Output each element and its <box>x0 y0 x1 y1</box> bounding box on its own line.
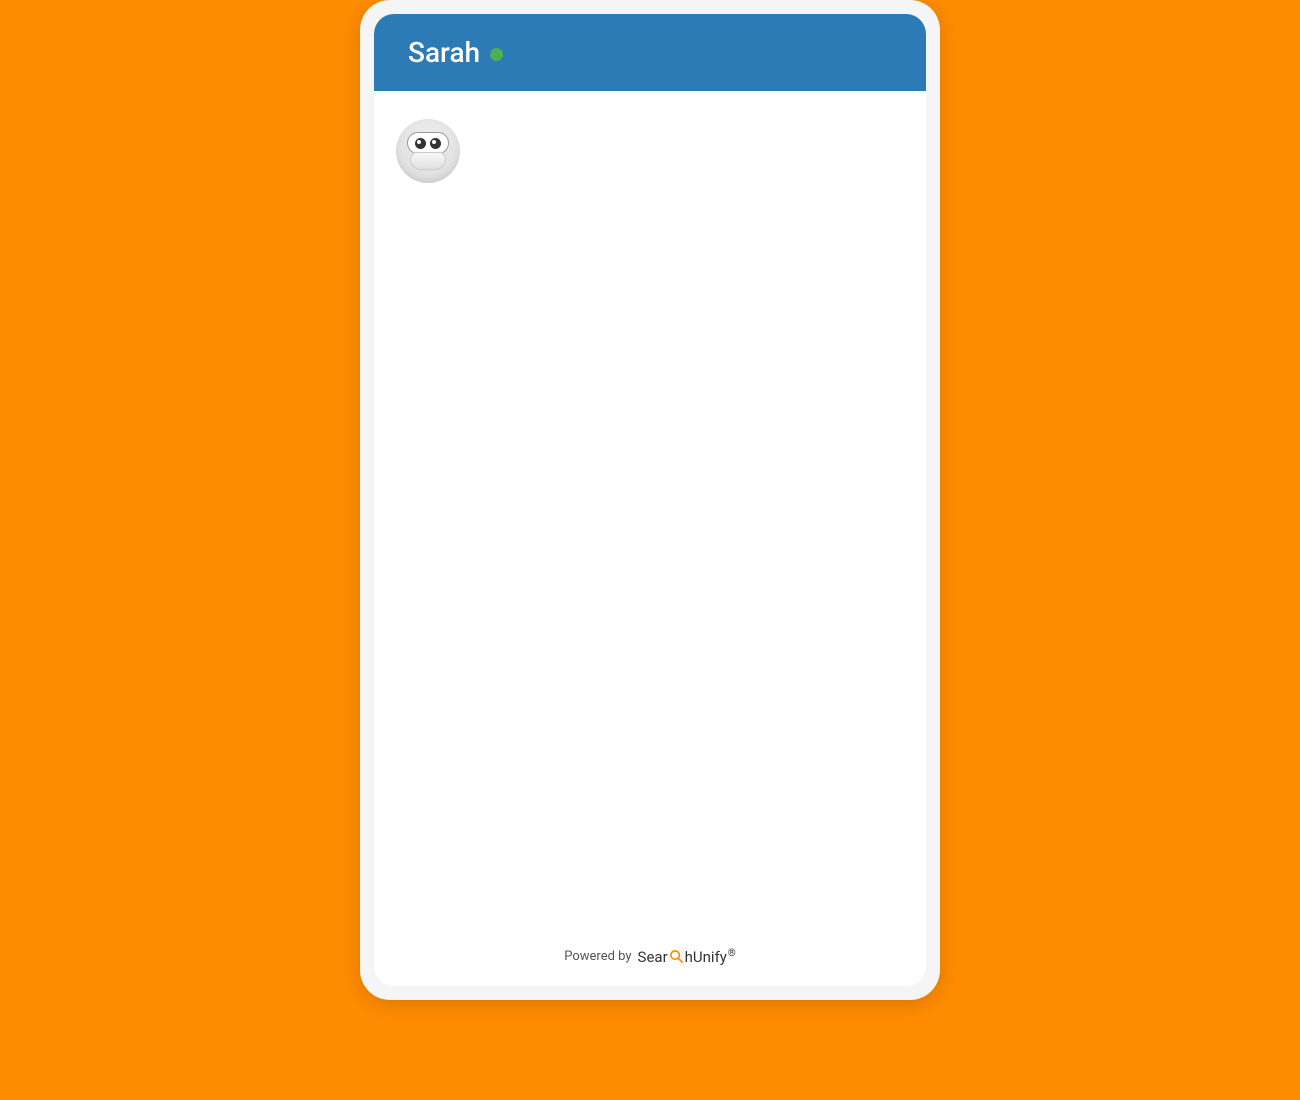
brand-text-part1: Sear <box>638 948 668 966</box>
powered-by-label: Powered by <box>564 949 631 964</box>
robot-icon <box>407 132 449 170</box>
online-status-indicator-icon <box>490 48 503 61</box>
bot-name: Sarah <box>408 36 480 69</box>
brand-text-part2: hUnify <box>685 948 727 966</box>
brand-trademark-dot: ® <box>728 948 736 959</box>
brand-logo[interactable]: Sear hUnify ® <box>638 947 736 966</box>
chat-widget-inner: Sarah Powered by Sear <box>374 14 926 986</box>
chat-widget-frame: Sarah Powered by Sear <box>360 0 940 1000</box>
bot-avatar <box>396 119 460 183</box>
chat-header: Sarah <box>374 14 926 91</box>
chat-footer: Powered by Sear hUnify ® <box>374 935 926 986</box>
chat-message-area[interactable] <box>374 91 926 935</box>
magnifier-icon <box>669 949 684 964</box>
